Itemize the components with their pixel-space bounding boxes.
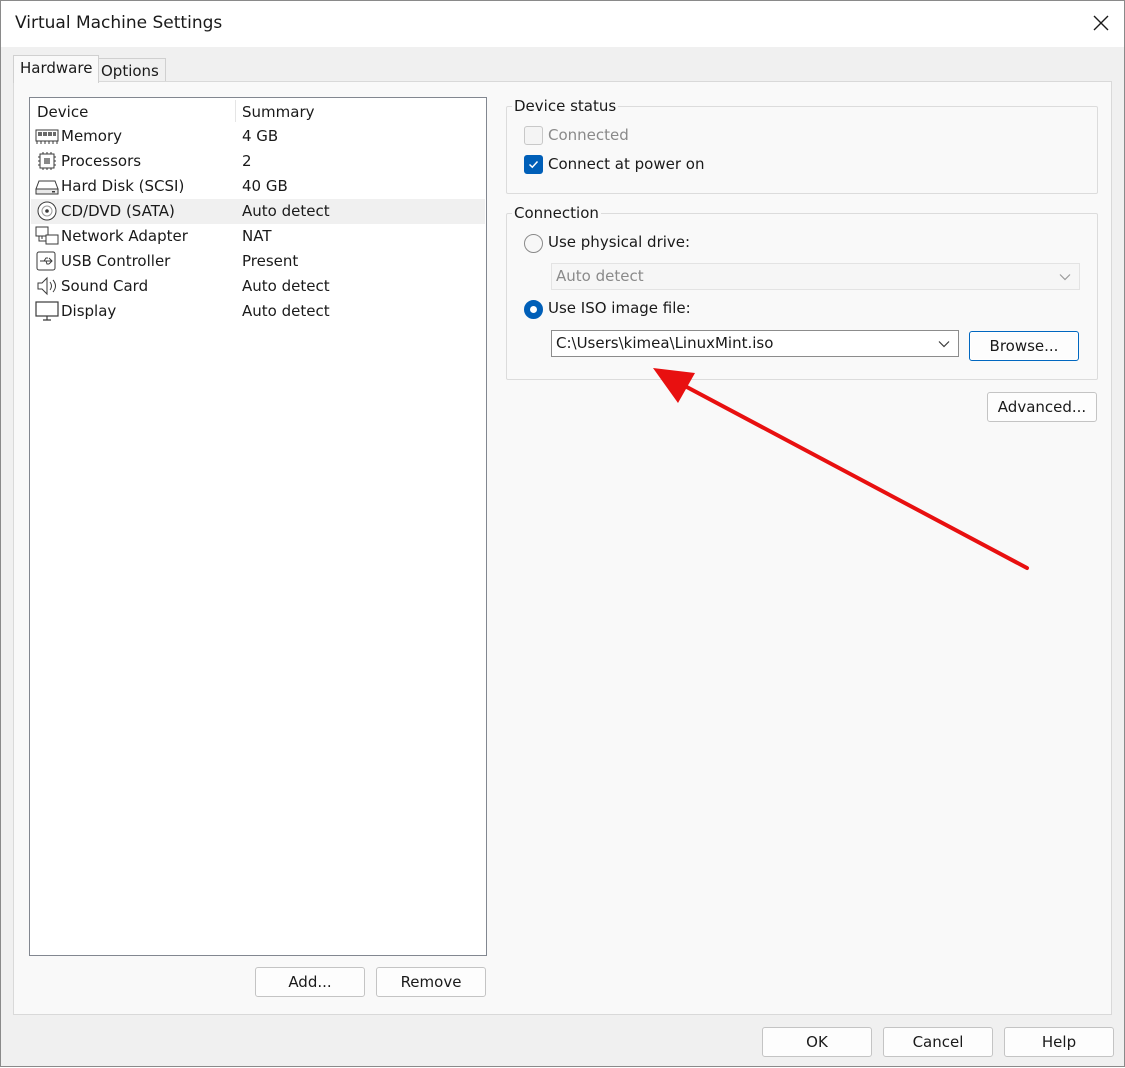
device-row-processors[interactable]: Processors 2 [31, 149, 485, 174]
chevron-down-icon [1059, 274, 1071, 281]
device-name: Processors [61, 152, 142, 170]
physical-drive-label: Use physical drive: [548, 233, 691, 251]
device-row-display[interactable]: Display Auto detect [31, 299, 485, 324]
tab-hardware[interactable]: Hardware [13, 55, 100, 83]
device-row-memory[interactable]: Memory 4 GB [31, 124, 485, 149]
processor-icon [38, 152, 56, 170]
device-summary: Auto detect [242, 202, 330, 220]
device-row-usb-controller[interactable]: USB Controller Present [31, 249, 485, 274]
device-name: Memory [61, 127, 123, 145]
device-summary: 2 [242, 152, 252, 170]
close-icon [1093, 15, 1109, 31]
physical-drive-value: Auto detect [556, 267, 644, 285]
sound-icon [37, 276, 56, 296]
device-name: USB Controller [61, 252, 171, 270]
iso-path-value: C:\Users\kimea\LinuxMint.iso [556, 334, 774, 352]
usb-icon [36, 251, 56, 271]
remove-button[interactable]: Remove [376, 967, 486, 997]
ok-button[interactable]: OK [762, 1027, 872, 1057]
device-summary: NAT [242, 227, 272, 245]
checkmark-icon [528, 160, 539, 169]
device-summary: 4 GB [242, 127, 279, 145]
vm-settings-window: Virtual Machine Settings Hardware Option… [0, 0, 1125, 1067]
hard-disk-icon [35, 180, 59, 195]
device-name: Network Adapter [61, 227, 188, 245]
column-divider[interactable] [235, 100, 236, 122]
window-title: Virtual Machine Settings [15, 13, 223, 33]
connect-at-power-on-label: Connect at power on [548, 155, 705, 173]
add-button[interactable]: Add... [255, 967, 365, 997]
device-row-cd-dvd[interactable]: CD/DVD (SATA) Auto detect [31, 199, 485, 224]
network-adapter-icon [35, 226, 59, 245]
physical-drive-radio[interactable] [524, 234, 543, 253]
display-icon [35, 301, 59, 321]
device-name: Display [61, 302, 117, 320]
tab-options[interactable]: Options [94, 58, 166, 83]
device-summary: Present [242, 252, 299, 270]
advanced-button[interactable]: Advanced... [987, 392, 1097, 422]
cd-dvd-icon [37, 201, 57, 221]
physical-drive-select[interactable]: Auto detect [551, 263, 1080, 290]
chevron-down-icon [938, 341, 950, 348]
column-header-device[interactable]: Device [37, 103, 88, 121]
tab-hardware-label: Hardware [20, 59, 93, 77]
device-summary: 40 GB [242, 177, 288, 195]
device-status-title: Device status [512, 97, 619, 115]
close-button[interactable] [1078, 1, 1124, 45]
device-row-network-adapter[interactable]: Network Adapter NAT [31, 224, 485, 249]
memory-icon [35, 129, 59, 144]
browse-button[interactable]: Browse... [969, 331, 1079, 361]
iso-image-label: Use ISO image file: [548, 299, 691, 317]
device-name: Sound Card [61, 277, 149, 295]
cancel-button[interactable]: Cancel [883, 1027, 993, 1057]
device-status-group [506, 106, 1098, 194]
device-summary: Auto detect [242, 277, 330, 295]
device-list[interactable]: Device Summary Memory 4 GB Processors 2 … [29, 97, 487, 956]
iso-path-combo[interactable]: C:\Users\kimea\LinuxMint.iso [551, 330, 959, 357]
device-name: CD/DVD (SATA) [61, 202, 175, 220]
connect-at-power-on-checkbox[interactable] [524, 155, 543, 174]
connection-title: Connection [512, 204, 601, 222]
list-header: Device Summary [30, 98, 486, 124]
column-header-summary[interactable]: Summary [242, 103, 315, 121]
connected-checkbox[interactable] [524, 126, 543, 145]
device-row-sound-card[interactable]: Sound Card Auto detect [31, 274, 485, 299]
device-name: Hard Disk (SCSI) [61, 177, 185, 195]
help-button[interactable]: Help [1004, 1027, 1114, 1057]
device-summary: Auto detect [242, 302, 330, 320]
tab-options-label: Options [101, 62, 159, 80]
title-bar: Virtual Machine Settings [1, 1, 1124, 47]
device-row-hard-disk[interactable]: Hard Disk (SCSI) 40 GB [31, 174, 485, 199]
connected-label: Connected [548, 126, 629, 144]
iso-image-radio[interactable] [524, 300, 543, 319]
